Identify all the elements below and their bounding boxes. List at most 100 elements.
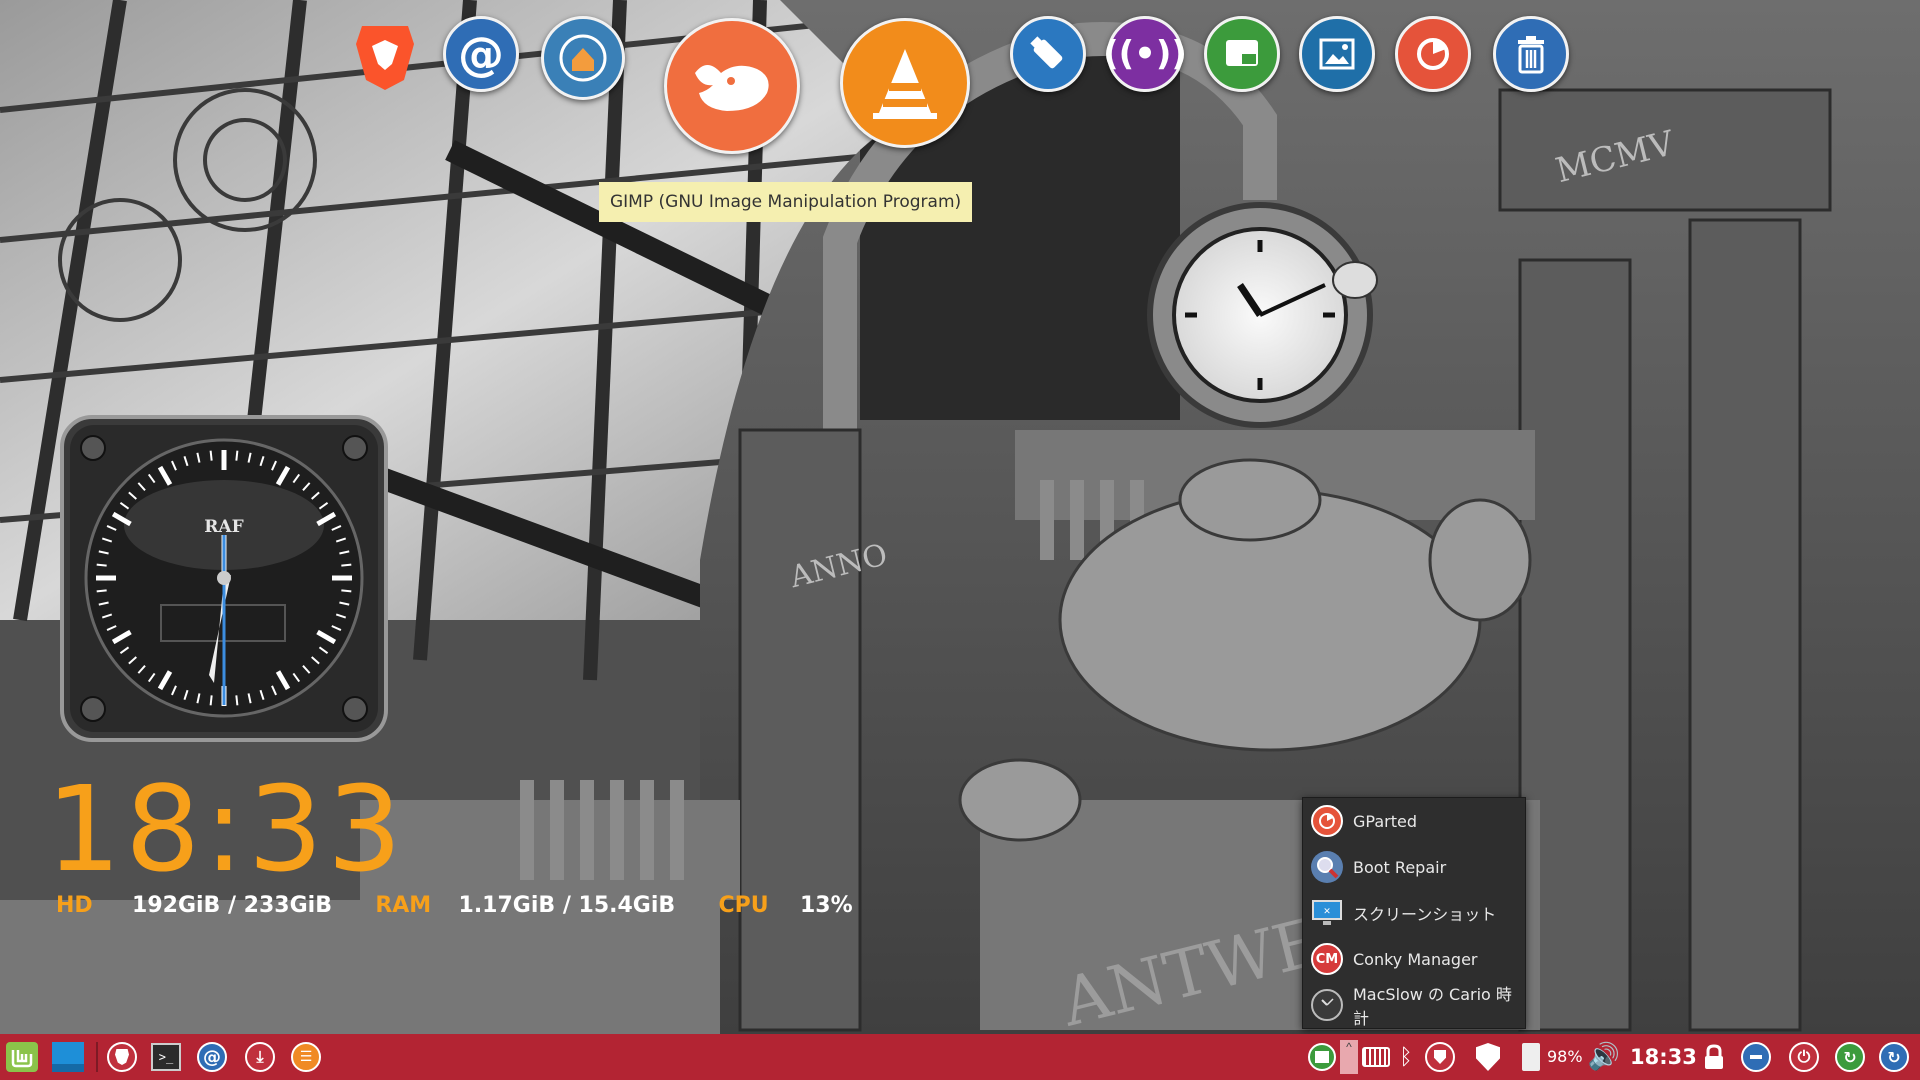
dock-item-trash[interactable]	[1493, 16, 1569, 92]
clock-tick	[341, 589, 352, 593]
tray-popup-menu: GParted Boot Repair ✕ スクリーンショット CM Conky…	[1302, 797, 1526, 1029]
taskbar-launcher-brave[interactable]	[106, 1041, 138, 1073]
dock-item-mail[interactable]: @	[443, 16, 519, 92]
conky-time: 18:33	[46, 760, 407, 898]
conky-cpu-label: CPU	[718, 893, 769, 918]
menu-item-gparted[interactable]: GParted	[1303, 798, 1525, 844]
vlc-cone-icon	[873, 49, 937, 119]
menu-item-label: Boot Repair	[1353, 857, 1447, 877]
tray-keyboard[interactable]	[1360, 1041, 1392, 1073]
conky-manager-icon: CM	[1311, 943, 1343, 975]
tray-logout[interactable]	[1740, 1041, 1772, 1073]
conky-hd-value: 192GiB / 233GiB	[132, 893, 332, 918]
linux-mint-logo-icon	[6, 1042, 38, 1072]
tray-shutdown[interactable]: ⏻	[1788, 1041, 1820, 1073]
usb-stick-icon	[1030, 36, 1063, 69]
menu-item-macslow-clock[interactable]: MacSlow の Cario 時計	[1303, 982, 1525, 1028]
battery-icon	[1522, 1043, 1540, 1071]
wireless-icon: ((•))	[1103, 34, 1187, 74]
clock-tick	[96, 563, 107, 567]
conky-cpu-value: 13%	[800, 893, 853, 918]
menu-item-label: GParted	[1353, 811, 1417, 831]
chevron-up-icon: ^	[1346, 1040, 1352, 1054]
shield-icon	[1434, 1050, 1446, 1064]
pie-chart-icon	[1417, 38, 1449, 70]
tray-volume[interactable]: 🔊	[1588, 1041, 1620, 1073]
tray-security[interactable]	[1472, 1041, 1504, 1073]
taskbar: >_ @ ⤓ ☰ ^ ᛒ 98% 🔊 18:33 ⏻ ↻ ↻	[0, 1034, 1920, 1080]
download-icon: ⤓	[256, 1047, 264, 1066]
conky-ram-label: RAM	[375, 893, 432, 918]
clock-icon	[1311, 989, 1343, 1021]
lock-icon	[1705, 1044, 1723, 1069]
dock-item-disk-usage[interactable]	[1395, 16, 1471, 92]
tray-update-manager[interactable]	[1424, 1041, 1456, 1073]
clock-brand: RAF	[204, 517, 243, 537]
list-icon: ☰	[299, 1049, 313, 1065]
dock-item-image-viewer[interactable]	[1299, 16, 1375, 92]
brave-icon	[356, 26, 414, 90]
dock-item-home[interactable]	[541, 16, 625, 100]
dock-item-usb-writer[interactable]	[1010, 16, 1086, 92]
tray-bluetooth[interactable]: ᛒ	[1390, 1041, 1422, 1073]
gimp-icon	[695, 65, 769, 111]
restart-icon: ↻	[1843, 1047, 1857, 1067]
conky-stats: HD 192GiB / 233GiB RAM 1.17GiB / 15.4GiB…	[56, 893, 853, 919]
menu-item-label: Conky Manager	[1353, 949, 1478, 969]
taskbar-separator	[96, 1042, 98, 1072]
bluetooth-icon: ᛒ	[1399, 1044, 1413, 1070]
at-sign-icon: @	[203, 1046, 221, 1068]
clock-tick	[341, 563, 352, 567]
show-desktop-button[interactable]	[52, 1041, 84, 1073]
terminal-icon: >_	[151, 1043, 181, 1071]
taskbar-clock[interactable]: 18:33	[1630, 1034, 1697, 1080]
tray-battery[interactable]	[1515, 1041, 1547, 1073]
clock-tick	[235, 695, 239, 706]
taskbar-launcher-downloader[interactable]: ⤓	[244, 1041, 276, 1073]
tray-workspace[interactable]	[1306, 1041, 1338, 1073]
logout-icon	[1750, 1055, 1762, 1059]
dock-item-vlc[interactable]	[840, 18, 970, 148]
refresh-icon: ↻	[1887, 1047, 1901, 1067]
security-shield-icon	[1476, 1043, 1500, 1071]
analog-clock-widget[interactable]: RAF	[60, 415, 388, 742]
menu-item-boot-repair[interactable]: Boot Repair	[1303, 844, 1525, 890]
mint-menu-button[interactable]	[6, 1041, 38, 1073]
brave-icon	[115, 1049, 129, 1065]
taskbar-launcher-tasks[interactable]: ☰	[290, 1041, 322, 1073]
home-folder-icon	[559, 34, 607, 82]
battery-percentage: 98%	[1547, 1047, 1583, 1066]
menu-item-label: スクリーンショット	[1353, 905, 1497, 924]
volume-icon: 🔊	[1587, 1042, 1621, 1072]
tray-expand-arrow[interactable]: ^	[1340, 1040, 1358, 1074]
workspace-switcher-icon	[1315, 1051, 1329, 1063]
workspace-switcher-icon	[1226, 40, 1258, 66]
tray-restart[interactable]: ↻	[1834, 1041, 1866, 1073]
menu-item-screenshot[interactable]: ✕ スクリーンショット	[1303, 890, 1525, 936]
dock-item-brave[interactable]	[352, 18, 418, 90]
at-sign-icon: @	[458, 27, 504, 81]
tray-refresh[interactable]: ↻	[1878, 1041, 1910, 1073]
conky-hd-label: HD	[56, 893, 93, 918]
taskbar-launcher-terminal[interactable]: >_	[150, 1041, 182, 1073]
dock-tooltip: GIMP (GNU Image Manipulation Program)	[599, 182, 973, 222]
tray-lock[interactable]	[1698, 1041, 1730, 1073]
svg-text:✕: ✕	[1323, 907, 1331, 917]
image-viewer-icon	[1319, 38, 1355, 70]
conky-ram-value: 1.17GiB / 15.4GiB	[458, 893, 676, 918]
gparted-icon	[1311, 805, 1343, 837]
boot-repair-icon	[1311, 851, 1343, 883]
dock-item-workspace[interactable]	[1204, 16, 1280, 92]
clock-tick	[96, 589, 107, 593]
clock-tick	[235, 450, 239, 461]
clock-tick	[209, 450, 213, 461]
menu-item-conky-manager[interactable]: CM Conky Manager	[1303, 936, 1525, 982]
dock-item-gimp[interactable]	[664, 18, 800, 154]
dock-item-wireless[interactable]: ((•))	[1103, 16, 1187, 92]
screenshot-icon: ✕	[1311, 897, 1343, 929]
power-icon: ⏻	[1797, 1047, 1811, 1066]
clock-tick	[209, 695, 213, 706]
keyboard-icon	[1362, 1047, 1390, 1067]
taskbar-launcher-mail[interactable]: @	[196, 1041, 228, 1073]
menu-item-label: MacSlow の Cario 時計	[1353, 985, 1512, 1028]
